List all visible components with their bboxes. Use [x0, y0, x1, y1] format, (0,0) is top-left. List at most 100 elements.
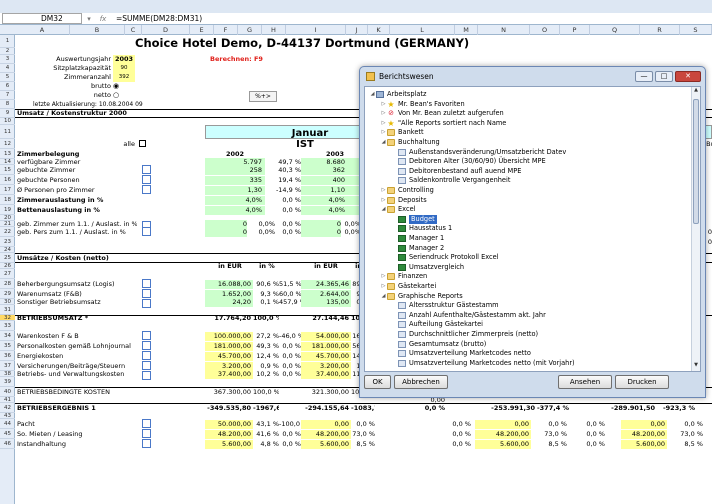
column-header-j[interactable]: J	[346, 25, 368, 35]
row-header-40[interactable]: 40	[0, 387, 15, 397]
row-header-12[interactable]: 12	[0, 139, 15, 149]
tree-item-9[interactable]: Saldenkontrolle Vergangenheit	[391, 176, 510, 185]
column-header-m[interactable]: M	[455, 25, 478, 35]
row-header-29[interactable]: 29	[0, 289, 15, 299]
row-header-3[interactable]: 3	[0, 55, 15, 64]
tree-item-13[interactable]: Budget	[391, 214, 437, 224]
column-header-l[interactable]: L	[390, 25, 455, 35]
tree-item-25[interactable]: Durchschnittlicher Zimmerpreis (netto)	[391, 330, 538, 339]
column-header-c[interactable]: C	[125, 25, 142, 35]
tree-item-24[interactable]: Aufteilung Gästekartei	[391, 320, 483, 329]
print-button[interactable]: Drucken	[615, 375, 669, 389]
tree-toggle-icon[interactable]: ◢	[380, 205, 387, 214]
column-header-s[interactable]: S	[680, 25, 712, 35]
column-header-e[interactable]: E	[190, 25, 214, 35]
view-button[interactable]: Ansehen	[558, 375, 612, 389]
tree-toggle-icon[interactable]: ▷	[380, 186, 387, 195]
column-header-r[interactable]: R	[640, 25, 680, 35]
row-header-10[interactable]: 10	[0, 118, 15, 125]
tree-item-8[interactable]: Debitorenbestand aufl auend MPE	[391, 167, 521, 176]
row-header-33[interactable]: 33	[0, 321, 15, 331]
tree-toggle-icon[interactable]: ▷	[380, 272, 387, 281]
formula-input[interactable]: =SUMME(DM28:DM31)	[116, 14, 202, 23]
tree-item-12[interactable]: ◢ Excel	[380, 205, 415, 214]
row-header-46[interactable]: 46	[0, 439, 15, 449]
tree-item-28[interactable]: Umsatzverteilung Marketcodes netto (mit …	[391, 359, 575, 368]
row-header-18[interactable]: 18	[0, 195, 15, 205]
tree-item-1[interactable]: ▷ ★ Mr. Bean's Favoriten	[380, 100, 465, 109]
row-header-2[interactable]: 2	[0, 48, 15, 55]
column-header-q[interactable]: Q	[590, 25, 640, 35]
row-header-16[interactable]: 16	[0, 175, 15, 185]
row-checkbox-r30[interactable]	[142, 299, 151, 308]
tree-item-10[interactable]: ▷ Controlling	[380, 186, 434, 195]
cancel-button[interactable]: Abbrechen	[394, 375, 448, 389]
row-header-42[interactable]: 42	[0, 403, 15, 413]
row-header-36[interactable]: 36	[0, 351, 15, 361]
tree-item-2[interactable]: ▷ ⊘ Von Mr. Bean zuletzt aufgerufen	[380, 109, 504, 118]
column-header-h[interactable]: H	[262, 25, 286, 35]
row-header-22[interactable]: 22	[0, 227, 15, 237]
row-header-9[interactable]: 9	[0, 109, 15, 118]
row-checkbox-r17[interactable]	[142, 185, 151, 194]
row-header-44[interactable]: 44	[0, 419, 15, 429]
row-checkbox-r46[interactable]	[142, 439, 151, 448]
row-checkbox-r45[interactable]	[142, 429, 151, 438]
column-header-o[interactable]: O	[530, 25, 560, 35]
report-tree[interactable]: ◢ Arbeitsplatz ▷ ★ Mr. Bean's Favoriten ▷ ⊘ Von…	[364, 86, 701, 372]
row-checkbox-r34[interactable]	[142, 331, 151, 340]
tree-item-17[interactable]: Seriendruck Protokoll Excel	[391, 253, 499, 262]
row-header-39[interactable]: 39	[0, 377, 15, 387]
tree-item-16[interactable]: Manager 2	[391, 244, 444, 253]
tree-item-4[interactable]: ▷ Bankett	[380, 128, 424, 137]
row-checkbox-r35[interactable]	[142, 341, 151, 350]
minimize-button[interactable]: —	[635, 71, 653, 82]
tree-item-26[interactable]: Gesamtumsatz (brutto)	[391, 340, 486, 349]
column-header-i[interactable]: I	[286, 25, 346, 35]
scroll-down-icon[interactable]: ▼	[692, 362, 700, 371]
tree-item-5[interactable]: ◢ Buchhaltung	[380, 138, 440, 147]
tree-toggle-icon[interactable]: ◢	[380, 138, 387, 147]
tree-item-7[interactable]: Debitoren Alter (30/60/90) Übersicht MPE	[391, 157, 546, 166]
row-checkbox-r29[interactable]	[142, 289, 151, 298]
scroll-up-icon[interactable]: ▲	[692, 87, 700, 96]
row-header-15[interactable]: 15	[0, 165, 15, 175]
radio-netto[interactable]: ○	[113, 91, 119, 99]
row-header-45[interactable]: 45	[0, 429, 15, 439]
tree-scrollbar[interactable]: ▲ ▼	[691, 87, 700, 371]
tree-toggle-icon[interactable]: ◢	[369, 90, 376, 99]
row-header-31[interactable]: 31	[0, 305, 15, 315]
column-header-d[interactable]: D	[142, 25, 190, 35]
row-header-1[interactable]: 1	[0, 35, 15, 48]
tree-item-11[interactable]: ▷ Deposits	[380, 196, 427, 205]
fx-icon[interactable]: fx	[96, 15, 110, 23]
row-checkbox-r28[interactable]	[142, 279, 151, 288]
tree-item-27[interactable]: Umsatzverteilung Marketcodes netto	[391, 349, 531, 358]
tree-toggle-icon[interactable]: ▷	[380, 282, 387, 291]
ok-button[interactable]: OK	[364, 375, 391, 389]
row-checkbox-r36[interactable]	[142, 351, 151, 360]
tree-item-3[interactable]: ▷ ★ "Alle Reports sortiert nach Name	[380, 119, 507, 128]
row-header-7[interactable]: 7	[0, 91, 15, 100]
tree-item-21[interactable]: ◢ Graphische Reports	[380, 292, 463, 301]
tree-item-19[interactable]: ▷ Finanzen	[380, 272, 427, 281]
column-header-b[interactable]: B	[70, 25, 125, 35]
tree-toggle-icon[interactable]: ▷	[380, 196, 387, 205]
row-header-35[interactable]: 35	[0, 341, 15, 351]
row-checkbox-r15[interactable]	[142, 165, 151, 174]
row-header-27[interactable]: 27	[0, 269, 15, 279]
row-header-17[interactable]: 17	[0, 185, 15, 195]
dropdown-arrow-icon[interactable]: ▾	[82, 15, 96, 23]
tree-toggle-icon[interactable]: ▷	[380, 109, 387, 118]
column-header-f[interactable]: F	[214, 25, 238, 35]
column-header-a[interactable]: A	[15, 25, 70, 35]
tree-item-14[interactable]: Hausstatus 1	[391, 224, 452, 233]
column-header-g[interactable]: G	[238, 25, 262, 35]
row-header-4[interactable]: 4	[0, 64, 15, 73]
tree-toggle-icon[interactable]: ▷	[380, 128, 387, 137]
row-header-37[interactable]: 37	[0, 361, 15, 371]
percent-button[interactable]: %+>	[249, 91, 277, 102]
tree-toggle-icon[interactable]: ▷	[380, 100, 387, 109]
tree-item-22[interactable]: Altersstruktur Gästestamm	[391, 301, 499, 310]
row-header-6[interactable]: 6	[0, 82, 15, 91]
